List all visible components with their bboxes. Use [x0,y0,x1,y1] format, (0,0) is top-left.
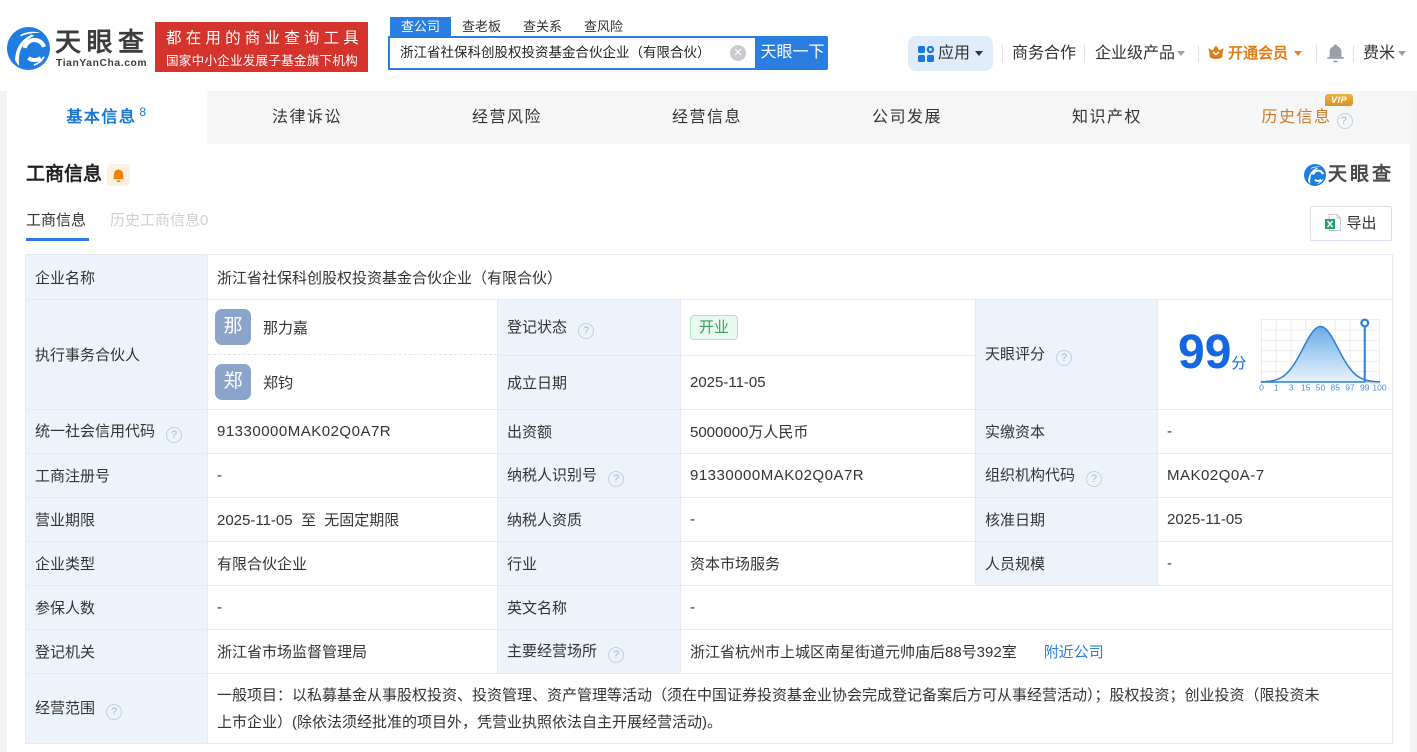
svg-text:50: 50 [1316,383,1326,393]
svg-text:3: 3 [1289,383,1294,393]
svg-text:0: 0 [1259,383,1264,393]
svg-text:1: 1 [1274,383,1279,393]
svg-text:85: 85 [1331,383,1341,393]
svg-text:100: 100 [1372,383,1386,393]
svg-text:99: 99 [1360,383,1370,393]
svg-text:15: 15 [1301,383,1311,393]
svg-text:97: 97 [1345,383,1355,393]
